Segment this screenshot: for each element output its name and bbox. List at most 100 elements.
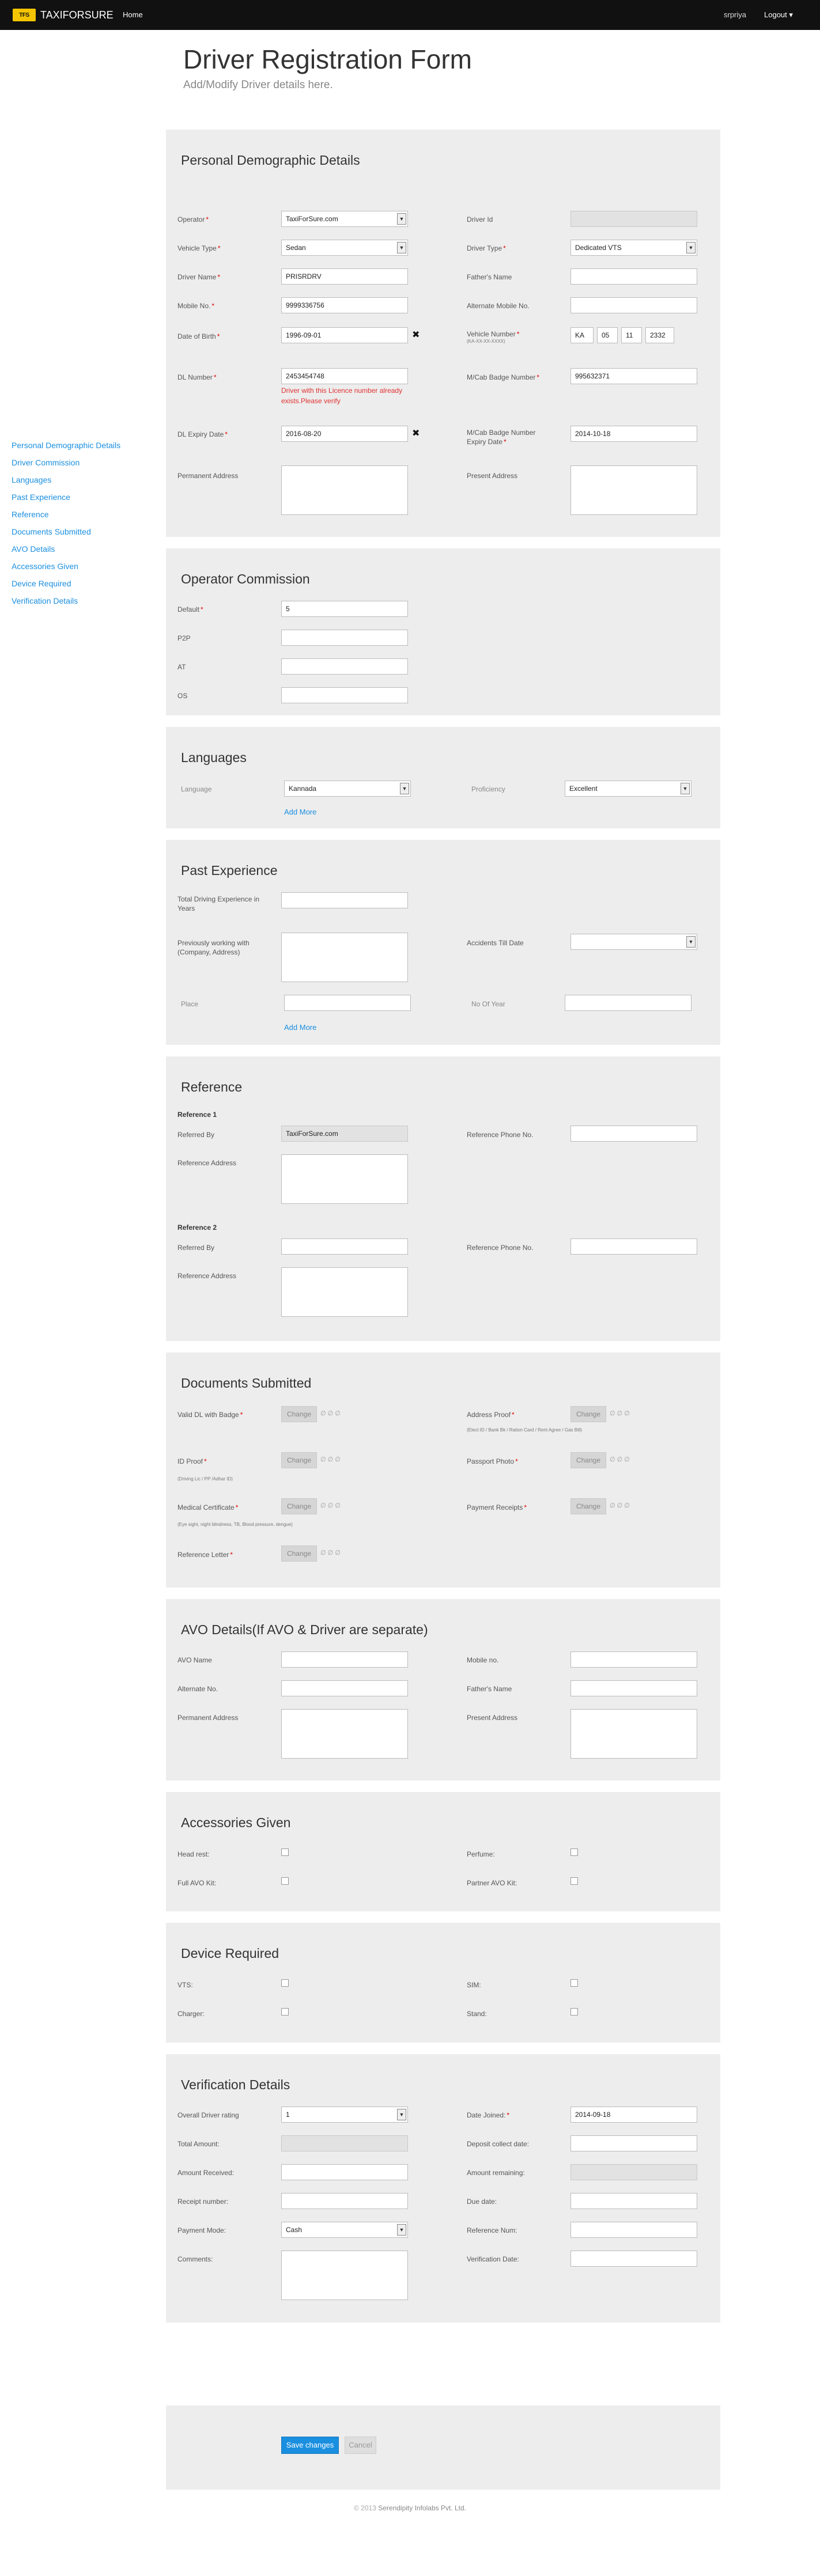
present-address-textarea[interactable] [570, 465, 697, 515]
father-name-input[interactable] [570, 268, 697, 285]
footer-company[interactable]: Serendipity Infolabs Pvt. Ltd. [378, 2504, 466, 2512]
perfume-label: Perfume: [467, 1850, 495, 1858]
referred-by-label: Referred By [177, 1131, 215, 1139]
address-proof-change-button[interactable]: Change [570, 1406, 606, 1422]
p2p-input[interactable] [281, 630, 408, 646]
dl-expiry-input[interactable]: 2016-08-20 [281, 426, 408, 442]
payment-receipts-change-button[interactable]: Change [570, 1498, 606, 1514]
driver-type-select[interactable]: Dedicated VTS ▼ [570, 240, 697, 256]
add-more-experience-link[interactable]: Add More [284, 1023, 316, 1032]
avo-present-address-textarea[interactable] [570, 1709, 697, 1759]
nav-home-link[interactable]: Home [123, 10, 143, 19]
accidents-label: Accidents Till Date [467, 939, 524, 947]
vehicle-type-select[interactable]: Sedan ▼ [281, 240, 408, 256]
actions-panel [166, 2405, 720, 2490]
accidents-select[interactable]: ▼ [570, 934, 697, 950]
save-changes-button[interactable]: Save changes [281, 2437, 339, 2454]
sidebar-item-documents[interactable]: Documents Submitted [12, 527, 158, 544]
badge-number-input[interactable]: 995632371 [570, 368, 697, 384]
sidebar-item-commission[interactable]: Driver Commission [12, 458, 158, 475]
avo-perm-address-textarea[interactable] [281, 1709, 408, 1759]
deposit-date-input[interactable] [570, 2135, 697, 2151]
os-label: OS [177, 692, 188, 700]
personal-title: Personal Demographic Details [181, 153, 360, 168]
avo-father-input[interactable] [570, 1680, 697, 1696]
comments-textarea[interactable] [281, 2251, 408, 2300]
vts-checkbox[interactable] [281, 1979, 289, 1987]
chevron-down-icon: ▼ [397, 2109, 406, 2120]
operator-select[interactable]: TaxiForSure.com ▼ [281, 211, 408, 227]
proficiency-select[interactable]: Excellent ▼ [565, 781, 691, 797]
reference-1-heading: Reference 1 [177, 1111, 217, 1119]
badge-expiry-input[interactable]: 2014-10-18 [570, 426, 697, 442]
cancel-button[interactable]: Cancel [345, 2437, 376, 2454]
driver-name-input[interactable]: PRISRDRV [281, 268, 408, 285]
sidebar-item-experience[interactable]: Past Experience [12, 493, 158, 510]
payment-mode-select[interactable]: Cash ▼ [281, 2222, 408, 2238]
language-select[interactable]: Kannada ▼ [284, 781, 411, 797]
receipt-number-input[interactable] [281, 2193, 408, 2209]
clear-date-icon[interactable]: ✖ [412, 427, 420, 439]
due-date-input[interactable] [570, 2193, 697, 2209]
verification-date-input[interactable] [570, 2251, 697, 2267]
accessories-panel: Accessories Given Head rest: Perfume: Fu… [166, 1792, 720, 1911]
id-proof-change-button[interactable]: Change [281, 1452, 317, 1468]
perm-address-textarea[interactable] [281, 465, 408, 515]
reference-letter-change-button[interactable]: Change [281, 1545, 317, 1562]
reference-phone-input[interactable] [570, 1126, 697, 1142]
avo-alt-input[interactable] [281, 1680, 408, 1696]
avo-mobile-input[interactable] [570, 1651, 697, 1668]
clear-date-icon[interactable]: ✖ [412, 329, 420, 340]
full-avo-kit-checkbox[interactable] [281, 1877, 289, 1885]
total-experience-input[interactable] [281, 892, 408, 908]
at-input[interactable] [281, 658, 408, 675]
os-input[interactable] [281, 687, 408, 703]
sidebar-item-avo[interactable]: AVO Details [12, 544, 158, 562]
reference-address-textarea[interactable] [281, 1267, 408, 1317]
avo-name-input[interactable] [281, 1651, 408, 1668]
sidebar-item-accessories[interactable]: Accessories Given [12, 562, 158, 579]
alt-mobile-input[interactable] [570, 297, 697, 313]
languages-title: Languages [181, 750, 247, 765]
vehicle-number-state[interactable]: KA [570, 327, 594, 343]
partner-avo-kit-checkbox[interactable] [570, 1877, 578, 1885]
previous-company-textarea[interactable] [281, 933, 408, 982]
sidebar-item-languages[interactable]: Languages [12, 475, 158, 493]
logout-dropdown[interactable]: Logout ▾ [764, 10, 793, 20]
charger-checkbox[interactable] [281, 2008, 289, 2016]
passport-photo-change-button[interactable]: Change [570, 1452, 606, 1468]
stand-label: Stand: [467, 2010, 487, 2018]
reference-phone-input[interactable] [570, 1238, 697, 1255]
reference-num-input[interactable] [570, 2222, 697, 2238]
date-joined-input[interactable]: 2014-09-18 [570, 2107, 697, 2123]
default-commission-input[interactable]: 5 [281, 601, 408, 617]
vehicle-number-rto[interactable]: 05 [597, 327, 618, 343]
vehicle-number-digits[interactable]: 2332 [645, 327, 674, 343]
sim-checkbox[interactable] [570, 1979, 578, 1987]
amount-received-input[interactable] [281, 2164, 408, 2180]
place-input[interactable] [284, 995, 411, 1011]
address-proof-label: Address Proof * [467, 1411, 515, 1419]
dl-number-input[interactable]: 2453454748 [281, 368, 408, 384]
sidebar-item-verification[interactable]: Verification Details [12, 596, 158, 613]
referred-by-input[interactable] [281, 1238, 408, 1255]
vehicle-number-series[interactable]: 11 [621, 327, 642, 343]
dob-input[interactable]: 1996-09-01 [281, 327, 408, 343]
reference-address-textarea[interactable] [281, 1154, 408, 1204]
dl-badge-change-button[interactable]: Change [281, 1406, 317, 1422]
sidebar-item-device[interactable]: Device Required [12, 579, 158, 596]
rating-select[interactable]: 1 ▼ [281, 2107, 408, 2123]
medical-cert-change-button[interactable]: Change [281, 1498, 317, 1514]
commission-panel: Operator Commission Default * 5 P2P AT OS [166, 548, 720, 715]
perfume-checkbox[interactable] [570, 1848, 578, 1856]
head-rest-checkbox[interactable] [281, 1848, 289, 1856]
mobile-input[interactable]: 9999336756 [281, 297, 408, 313]
stand-checkbox[interactable] [570, 2008, 578, 2016]
sidebar-item-personal[interactable]: Personal Demographic Details [12, 441, 158, 458]
brand[interactable]: TFS TAXIFORSURE [13, 9, 114, 21]
sidebar-item-reference[interactable]: Reference [12, 510, 158, 527]
years-input[interactable] [565, 995, 691, 1011]
payment-receipts-label: Payment Receipts * [467, 1503, 527, 1511]
add-more-language-link[interactable]: Add More [284, 808, 316, 816]
section-sidebar: Personal Demographic Details Driver Comm… [12, 441, 158, 613]
